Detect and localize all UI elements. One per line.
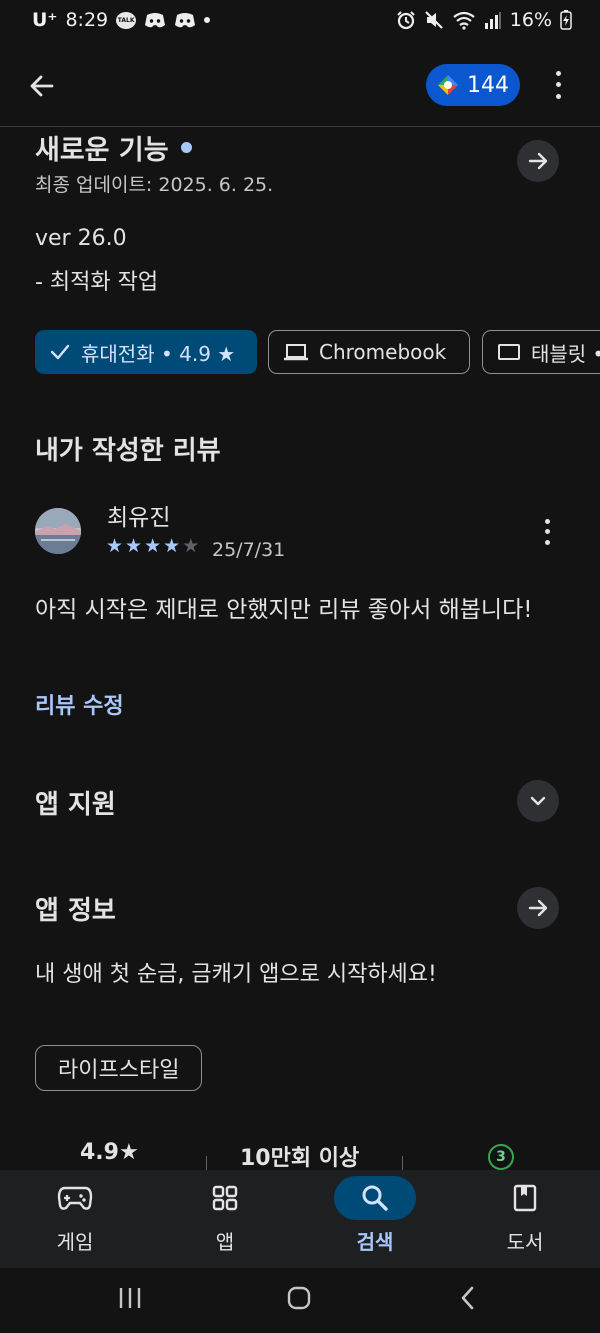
version-text: ver 26.0 (35, 226, 127, 251)
tablet-icon (498, 344, 520, 360)
arrow-back-icon (30, 75, 54, 97)
whats-new-title: 새로운 기능 (35, 135, 169, 166)
clock: 8:29 (65, 9, 109, 31)
app-tagline: 내 생애 첫 순금, 금캐기 앱으로 시작하세요! (35, 962, 437, 987)
nav-search-label: 검색 (356, 1230, 394, 1254)
chevron-down-icon (530, 796, 546, 806)
avatar-landscape-image (35, 508, 81, 554)
chip-phone-label: 휴대전화 • 4.9 ★ (81, 341, 236, 366)
wifi-icon (453, 11, 475, 30)
app-bar: 144 (0, 44, 600, 127)
chip-tablet-label: 태블릿 • (531, 341, 600, 366)
star-filled-icon: ★ (163, 535, 181, 557)
nav-games[interactable]: 게임 (0, 1170, 150, 1268)
recent-apps-icon[interactable] (116, 1286, 144, 1310)
my-review-title: 내가 작성한 리뷰 (35, 436, 221, 466)
gamepad-icon (57, 1186, 93, 1210)
more-options-button[interactable] (546, 68, 570, 102)
review-date: 25/7/31 (212, 539, 286, 561)
whats-new-header[interactable]: 새로운 기능 (35, 128, 192, 167)
status-bar: U⁺ 8:29 TALK 16% (0, 0, 600, 44)
app-info-arrow-button[interactable] (517, 887, 559, 929)
app-support-title[interactable]: 앱 지원 (35, 784, 116, 821)
rating-stat: 4.9★ (80, 1140, 139, 1165)
nav-apps-label: 앱 (215, 1230, 235, 1254)
new-indicator-dot (180, 142, 192, 153)
review-star-rating: ★ ★ ★ ★ ★ (106, 535, 199, 557)
battery-percent: 16% (509, 9, 552, 31)
arrow-forward-icon (528, 152, 548, 170)
nav-books[interactable]: 도서 (450, 1170, 600, 1268)
bottom-navigation: 게임 앱 검색 도서 (0, 1170, 600, 1268)
carrier-label: U⁺ (32, 9, 58, 31)
play-points-icon (438, 75, 458, 95)
search-icon (362, 1185, 388, 1211)
system-navigation-bar (0, 1268, 600, 1333)
arrow-forward-icon (528, 899, 548, 917)
discord-icon (145, 12, 166, 27)
stat-divider (206, 1156, 207, 1170)
app-support-expand-button[interactable] (517, 780, 559, 822)
chip-chromebook[interactable]: Chromebook (268, 330, 470, 374)
age-rating-badge: 3 (488, 1144, 514, 1170)
check-icon (50, 344, 70, 360)
laptop-icon (284, 344, 308, 361)
star-filled-icon: ★ (106, 535, 124, 557)
home-icon[interactable] (286, 1285, 312, 1311)
battery-charging-icon (560, 10, 572, 30)
play-points-badge[interactable]: 144 (426, 64, 520, 106)
play-points-count: 144 (467, 72, 509, 98)
more-notifications-dot (204, 17, 211, 23)
back-button[interactable] (22, 66, 62, 106)
star-filled-icon: ★ (144, 535, 162, 557)
last-updated: 최종 업데이트: 2025. 6. 25. (35, 174, 274, 196)
review-text: 아직 시작은 제대로 안했지만 리뷰 좋아서 해봅니다! (35, 597, 533, 623)
status-right: 16% (396, 9, 572, 31)
star-empty-icon: ★ (182, 535, 200, 557)
avatar (35, 508, 81, 554)
nav-search[interactable]: 검색 (300, 1170, 450, 1268)
nav-books-label: 도서 (506, 1230, 544, 1254)
review-author: 최유진 (107, 505, 171, 531)
status-left: U⁺ 8:29 TALK (32, 9, 211, 31)
mute-icon (424, 11, 443, 29)
chip-chromebook-label: Chromebook (319, 340, 447, 364)
book-icon (513, 1184, 537, 1212)
downloads-stat: 10만회 이상 (240, 1146, 360, 1171)
kakaotalk-icon: TALK (116, 11, 137, 29)
app-info-title[interactable]: 앱 정보 (35, 890, 116, 927)
whats-new-arrow-button[interactable] (517, 140, 559, 182)
review-more-button[interactable] (536, 516, 558, 548)
signal-icon (484, 12, 501, 29)
release-note: - 최적화 작업 (35, 270, 159, 295)
system-back-icon[interactable] (456, 1285, 480, 1311)
discord-icon (175, 12, 196, 27)
apps-grid-icon (212, 1185, 238, 1211)
chip-phone[interactable]: 휴대전화 • 4.9 ★ (35, 330, 257, 374)
edit-review-link[interactable]: 리뷰 수정 (35, 688, 124, 720)
stat-divider (402, 1156, 403, 1170)
nav-games-label: 게임 (56, 1230, 94, 1254)
alarm-icon (397, 11, 415, 30)
star-filled-icon: ★ (125, 535, 143, 557)
chip-tablet[interactable]: 태블릿 • (482, 330, 600, 374)
category-chip[interactable]: 라이프스타일 (35, 1045, 203, 1091)
nav-apps[interactable]: 앱 (150, 1170, 300, 1268)
